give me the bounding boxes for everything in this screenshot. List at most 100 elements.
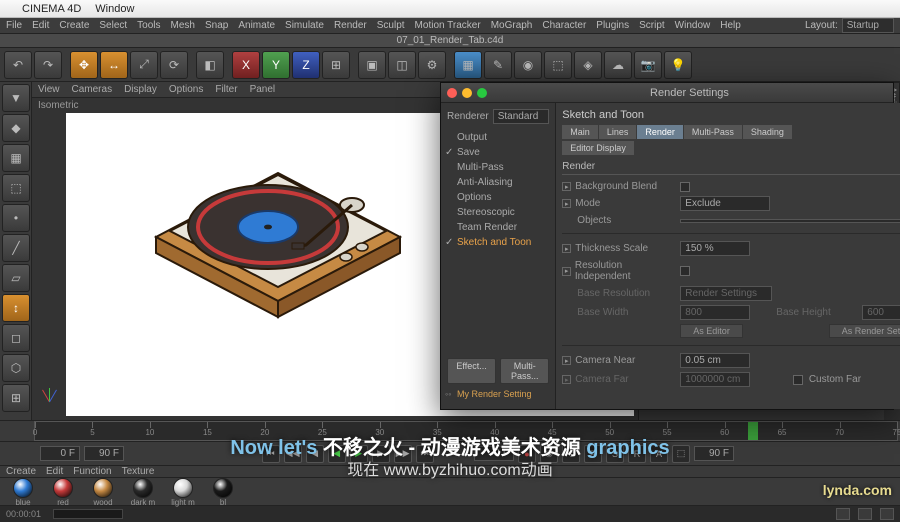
menu-simulate[interactable]: Simulate [285, 20, 324, 31]
model-mode-icon[interactable]: ◆ [2, 114, 30, 142]
rot-key-icon[interactable]: R [628, 445, 646, 463]
polygon-mode-icon[interactable]: ▱ [2, 264, 30, 292]
axis-x-icon[interactable]: X [232, 51, 260, 79]
menu-window[interactable]: Window [675, 20, 711, 31]
render-view-icon[interactable]: ▣ [358, 51, 386, 79]
frame-back-icon[interactable]: ◀ [306, 445, 324, 463]
record-key-icon[interactable]: ● [518, 445, 536, 463]
bg-blend-checkbox[interactable] [680, 182, 690, 192]
minimize-icon[interactable] [462, 88, 472, 98]
expander-icon[interactable]: ▸ [562, 375, 571, 384]
status-btn-icon[interactable] [858, 508, 872, 520]
render-option-options[interactable]: Options [443, 190, 553, 205]
tab-shading[interactable]: Shading [743, 125, 792, 139]
redo-icon[interactable]: ↷ [34, 51, 62, 79]
layout-selector[interactable]: Layout: Startup [805, 18, 894, 33]
material-swatch[interactable]: red [44, 478, 82, 507]
as-editor-button[interactable]: As Editor [680, 324, 743, 338]
light-icon[interactable]: 💡 [664, 51, 692, 79]
generator-icon[interactable]: ⬚ [544, 51, 572, 79]
keyframe-sel-icon[interactable]: ◇ [562, 445, 580, 463]
menu-sculpt[interactable]: Sculpt [377, 20, 405, 31]
render-settings-window[interactable]: Render Settings Renderer Standard Output… [440, 82, 894, 410]
camera-icon[interactable]: 📷 [634, 51, 662, 79]
menu-animate[interactable]: Animate [238, 20, 275, 31]
menu-mograph[interactable]: MoGraph [491, 20, 533, 31]
render-option-sketch-and-toon[interactable]: Sketch and Toon [443, 235, 553, 250]
mac-app-name[interactable]: CINEMA 4D [22, 3, 81, 15]
res-indep-checkbox[interactable] [680, 266, 690, 276]
render-option-stereoscopic[interactable]: Stereoscopic [443, 205, 553, 220]
expander-icon[interactable]: ▸ [562, 267, 571, 276]
menu-plugins[interactable]: Plugins [596, 20, 629, 31]
menu-select[interactable]: Select [99, 20, 127, 31]
goto-start-icon[interactable]: ⏮ [262, 445, 280, 463]
make-editable-icon[interactable]: ▼ [2, 84, 30, 112]
menu-motiontracker[interactable]: Motion Tracker [415, 20, 481, 31]
primitive-cube-icon[interactable]: ▦ [454, 51, 482, 79]
effect-button[interactable]: Effect... [447, 358, 496, 384]
zoom-icon[interactable] [477, 88, 487, 98]
pos-key-icon[interactable]: P [584, 445, 602, 463]
environment-icon[interactable]: ☁ [604, 51, 632, 79]
mac-menubar[interactable]: CINEMA 4D Window [0, 0, 900, 18]
current-frame-field[interactable]: 0 F [474, 446, 514, 461]
objects-field[interactable] [680, 219, 900, 223]
playhead[interactable] [748, 422, 758, 440]
goto-key-next-icon[interactable]: ▶▶ [394, 445, 412, 463]
viewmenu-cameras[interactable]: Cameras [72, 84, 113, 95]
viewmenu-display[interactable]: Display [124, 84, 157, 95]
menu-script[interactable]: Script [639, 20, 665, 31]
menu-edit[interactable]: Edit [32, 20, 49, 31]
tab-multi-pass[interactable]: Multi-Pass [684, 125, 742, 139]
workplane-icon[interactable]: ⬚ [2, 174, 30, 202]
mode-select[interactable]: Exclude [680, 196, 770, 211]
material-swatch[interactable]: light m [164, 478, 202, 507]
viewmenu-options[interactable]: Options [169, 84, 203, 95]
pla-key-icon[interactable]: ⬚ [672, 445, 690, 463]
scale-tool-icon[interactable]: ⤢ [130, 51, 158, 79]
render-settings-icon[interactable]: ⚙ [418, 51, 446, 79]
mac-menu-window[interactable]: Window [95, 3, 134, 15]
move-tool-icon[interactable]: ↔ [100, 51, 128, 79]
matmenu-create[interactable]: Create [6, 466, 36, 477]
goto-key-prev-icon[interactable]: ◀◀ [284, 445, 302, 463]
render-option-anti-aliasing[interactable]: Anti-Aliasing [443, 175, 553, 190]
material-swatch[interactable]: blue [4, 478, 42, 507]
menu-tools[interactable]: Tools [137, 20, 160, 31]
thickness-field[interactable]: 150 % [680, 241, 750, 256]
viewmenu-filter[interactable]: Filter [215, 84, 237, 95]
autokey-icon[interactable]: ◉ [540, 445, 558, 463]
material-swatch[interactable]: wood [84, 478, 122, 507]
preview-end-field[interactable]: 90 F [694, 446, 734, 461]
select-tool-icon[interactable]: ✥ [70, 51, 98, 79]
status-btn-icon[interactable] [836, 508, 850, 520]
frame-forward-icon[interactable]: ▶ [372, 445, 390, 463]
menu-create[interactable]: Create [59, 20, 89, 31]
axis-y-icon[interactable]: Y [262, 51, 290, 79]
menu-render[interactable]: Render [334, 20, 367, 31]
my-render-setting[interactable]: My Render Setting [443, 386, 553, 405]
coord-system-icon[interactable]: ⊞ [322, 51, 350, 79]
recent-tool-icon[interactable]: ◧ [196, 51, 224, 79]
axis-z-icon[interactable]: Z [292, 51, 320, 79]
snap-enable-icon[interactable]: ⬡ [2, 354, 30, 382]
spline-pen-icon[interactable]: ✎ [484, 51, 512, 79]
camera-far-field[interactable]: 1000000 cm [680, 372, 750, 387]
play-backward-icon[interactable]: ◀ [328, 445, 346, 463]
frame-end-field[interactable]: 90 F [84, 446, 124, 461]
close-icon[interactable] [447, 88, 457, 98]
matmenu-texture[interactable]: Texture [122, 466, 155, 477]
scale-key-icon[interactable]: S [606, 445, 624, 463]
render-option-output[interactable]: Output [443, 130, 553, 145]
material-swatch[interactable]: bl [204, 478, 242, 507]
render-option-multi-pass[interactable]: Multi-Pass [443, 160, 553, 175]
menu-help[interactable]: Help [720, 20, 741, 31]
custom-far-checkbox[interactable] [793, 375, 803, 385]
render-settings-titlebar[interactable]: Render Settings [441, 83, 893, 103]
expander-icon[interactable]: ▸ [562, 199, 571, 208]
goto-end-icon[interactable]: ⏭ [416, 445, 434, 463]
tab-main[interactable]: Main [562, 125, 598, 139]
viewport-solo-icon[interactable]: ◻ [2, 324, 30, 352]
expander-icon[interactable]: ▸ [562, 182, 571, 191]
